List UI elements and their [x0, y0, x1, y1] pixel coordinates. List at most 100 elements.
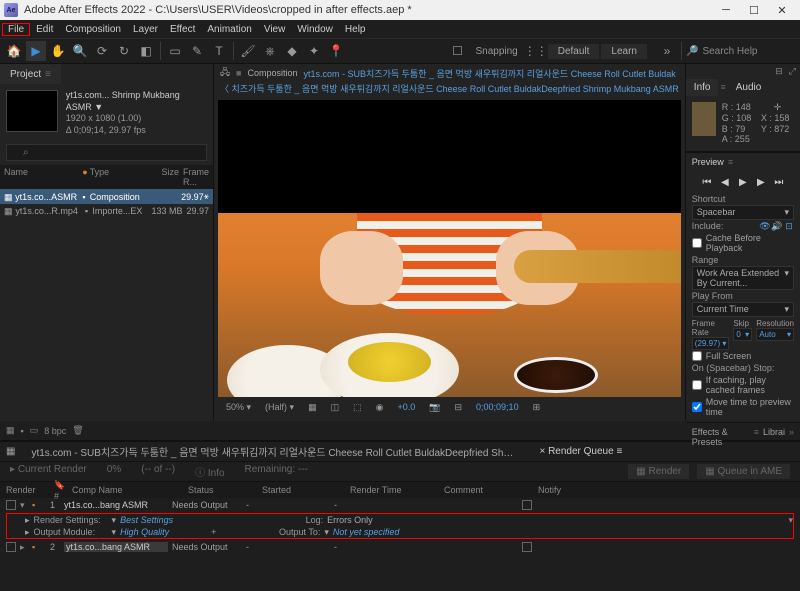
comp-tab-title[interactable]: yt1s.com - SUB치즈가득 두툼한 _ 음면 먹방 새우튀김까지 리얼…	[304, 67, 676, 80]
view-icon[interactable]: ⊞	[529, 402, 545, 413]
include-video-icon[interactable]: 👁	[760, 221, 770, 231]
render-check-1[interactable]	[6, 500, 16, 510]
orbit-tool[interactable]: ⟳	[92, 41, 112, 61]
clone-tool[interactable]: ⎈	[260, 41, 280, 61]
project-tab[interactable]: Project ≡	[0, 64, 61, 84]
flow-icon[interactable]: ⚹	[204, 191, 209, 202]
snapping-icon[interactable]: ⋮⋮	[526, 41, 546, 61]
playfrom-dropdown[interactable]: Current Time▾	[692, 302, 794, 317]
include-audio-icon[interactable]: 🔊	[772, 221, 782, 231]
grid-icon[interactable]: ▦	[304, 402, 321, 413]
menu-effect[interactable]: Effect	[164, 23, 201, 36]
minimize-button[interactable]: ─	[712, 0, 740, 20]
render-item-1[interactable]: ▾ ▪ 1 yt1s.co...bang ASMR Needs Output -…	[0, 498, 800, 539]
render-check-2[interactable]	[6, 542, 16, 552]
skip-dropdown[interactable]: 0▾	[733, 328, 752, 341]
queue-ame-button[interactable]: ▦ Queue in AME	[697, 464, 790, 479]
layout-default[interactable]: Default	[548, 44, 600, 59]
framerate-dropdown[interactable]: (29.97)▾	[692, 337, 730, 350]
camera-tool[interactable]: ◧	[136, 41, 156, 61]
rect-tool[interactable]: ▭	[165, 41, 185, 61]
timeline-tab-renderqueue[interactable]: × Render Queue ≡	[531, 444, 630, 459]
viewer-canvas[interactable]	[218, 100, 681, 397]
selection-tool[interactable]: ▶	[26, 41, 46, 61]
menu-animation[interactable]: Animation	[201, 23, 257, 36]
output-module-link[interactable]: High Quality	[120, 527, 169, 537]
first-frame-button[interactable]: ⏮	[700, 175, 714, 189]
eraser-tool[interactable]: ◆	[282, 41, 302, 61]
audio-tab[interactable]: Audio	[728, 79, 770, 96]
timeline-tab-comp[interactable]: yt1s.com - SUB치즈가득 두툼한 _ 음면 먹방 새우튀김까지 리얼…	[23, 442, 523, 461]
menu-file[interactable]: File	[2, 23, 30, 36]
timecode[interactable]: 0;00;09;10	[472, 402, 523, 412]
log-dropdown[interactable]: Errors Only	[327, 515, 373, 525]
add-output-button[interactable]: +	[211, 527, 216, 537]
notify-check-2[interactable]	[522, 542, 532, 552]
hand-tool[interactable]: ✋	[48, 41, 68, 61]
zoom-menu[interactable]: 50% ▾	[222, 402, 255, 413]
prev-frame-button[interactable]: ◀	[718, 175, 732, 189]
menu-edit[interactable]: Edit	[30, 23, 59, 36]
comp-subtab[interactable]: 〈 치즈가득 두툼한 _ 음면 먹방 새우튀김까지 리얼사운드 Cheese R…	[214, 82, 685, 96]
project-row-comp[interactable]: ▦ yt1s.co...ASMR ▪ Composition 29.97 ⚹	[0, 189, 213, 204]
brush-tool[interactable]: 🖌	[238, 41, 258, 61]
project-row-footage[interactable]: ▦ yt1s.co...R.mp4 ▪ Importe...EX 133 MB …	[0, 204, 213, 218]
res-menu[interactable]: (Half) ▾	[261, 402, 298, 413]
home-tool[interactable]: 🏠	[4, 41, 24, 61]
fullscreen-checkbox[interactable]	[692, 351, 702, 361]
rotate-tool[interactable]: ↻	[114, 41, 134, 61]
maximize-button[interactable]: ☐	[740, 0, 768, 20]
layouts-menu[interactable]: »	[657, 41, 677, 61]
shortcut-dropdown[interactable]: Spacebar▾	[692, 205, 794, 220]
render-info-btn[interactable]: ⓘ Info	[195, 464, 224, 479]
zoom-tool[interactable]: 🔍	[70, 41, 90, 61]
resolution-dropdown[interactable]: Auto▾	[756, 328, 794, 341]
render-item-2[interactable]: ▸ ▪ 2 yt1s.co...bang ASMR Needs Output -…	[0, 540, 800, 554]
menu-view[interactable]: View	[258, 23, 292, 36]
proj-tool-3[interactable]: ▭	[30, 425, 39, 436]
movetime-checkbox[interactable]	[692, 402, 702, 412]
layout-learn[interactable]: Learn	[601, 44, 647, 59]
proj-tool-1[interactable]: ▦	[6, 425, 15, 436]
roto-tool[interactable]: ✦	[304, 41, 324, 61]
range-dropdown[interactable]: Work Area Extended By Current...▾	[692, 266, 794, 290]
bpc-label[interactable]: 8 bpc	[44, 426, 66, 436]
mask-icon[interactable]: ◫	[327, 402, 344, 413]
toolbar: 🏠 ▶ ✋ 🔍 ⟳ ↻ ◧ ▭ ✎ T 🖌 ⎈ ◆ ✦ 📍 ☐ Snapping…	[0, 38, 800, 64]
search-help[interactable]: 🔎 Search Help	[686, 46, 796, 57]
project-headers: Name ● Type Size Frame R...	[0, 165, 213, 189]
exposure[interactable]: +0.0	[393, 402, 419, 412]
include-overlay-icon[interactable]: ⊡	[784, 221, 794, 231]
render-button[interactable]: ▦ Render	[628, 464, 689, 479]
puppet-tool[interactable]: 📍	[326, 41, 346, 61]
close-button[interactable]: ✕	[768, 0, 796, 20]
notify-check-1[interactable]	[522, 500, 532, 510]
next-frame-button[interactable]: ▶	[754, 175, 768, 189]
ifcaching-checkbox[interactable]	[692, 380, 702, 390]
current-render-label: Current Render	[18, 464, 87, 475]
last-frame-button[interactable]: ⏭	[772, 175, 786, 189]
text-tool[interactable]: T	[209, 41, 229, 61]
menu-window[interactable]: Window	[291, 23, 339, 36]
panel-menu-icon[interactable]: ⊟	[775, 66, 783, 77]
menu-help[interactable]: Help	[339, 23, 372, 36]
play-button[interactable]: ▶	[736, 175, 750, 189]
panel-popout-icon[interactable]: ⤢	[789, 66, 796, 77]
menu-layer[interactable]: Layer	[127, 23, 164, 36]
region-icon[interactable]: ⊟	[450, 402, 466, 413]
cache-checkbox[interactable]	[692, 238, 702, 248]
info-tab[interactable]: Info	[686, 79, 719, 96]
comp-flow-icon[interactable]: 🖧	[220, 65, 230, 81]
proj-tool-4[interactable]: 🗑	[72, 425, 83, 436]
output-to-link[interactable]: Not yet specified	[333, 527, 400, 537]
proj-tool-2[interactable]: ▪	[21, 426, 24, 436]
snapping-toggle[interactable]: ☐	[447, 41, 467, 61]
render-settings-link[interactable]: Best Settings	[120, 515, 173, 525]
project-search-input[interactable]	[6, 144, 207, 161]
pen-tool[interactable]: ✎	[187, 41, 207, 61]
channel-icon[interactable]: ⬚	[349, 402, 366, 413]
menu-composition[interactable]: Composition	[59, 23, 127, 36]
timeline-icon[interactable]: ▦	[6, 446, 15, 457]
snapshot-icon[interactable]: 📷	[425, 402, 444, 413]
color-icon[interactable]: ◉	[372, 402, 388, 413]
